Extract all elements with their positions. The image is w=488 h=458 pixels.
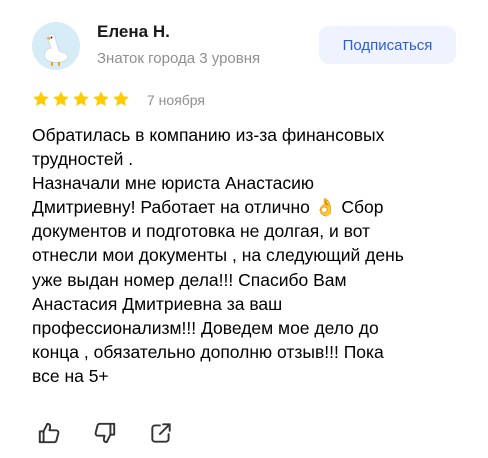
star-icon [113, 91, 129, 107]
review-text-line: профессионализм!!! Доведем мое дело до [32, 317, 379, 338]
review-text-line: все на 5+ [32, 365, 109, 386]
review-text-line: Назначали мне юриста Анастасию [32, 173, 315, 194]
star-icon [73, 91, 89, 107]
star-icon [33, 91, 49, 107]
review-text-line: отнесли мои документы , на следующий ден… [32, 245, 404, 266]
review-text-line: Обратилась в компанию из-за финансовых [32, 125, 385, 145]
dislike-icon[interactable] [92, 420, 118, 446]
like-icon[interactable] [36, 420, 62, 446]
review-text: Обратилась в компанию из-за финансовых т… [32, 123, 472, 388]
review-actions [36, 420, 174, 446]
review-date: 7 ноября [147, 92, 206, 108]
star-icon [93, 91, 109, 107]
rating-stars [32, 90, 130, 108]
share-icon[interactable] [148, 420, 174, 446]
review-text-line: документов и подготовка не долгая, и вот [32, 221, 371, 242]
author-name[interactable]: Елена Н. [97, 22, 170, 42]
review-text-line: Дмитриевну! Работает на отлично 👌 Сбор [32, 197, 384, 218]
star-icon [53, 91, 69, 107]
subscribe-button[interactable]: Подписаться [319, 26, 456, 64]
review-text-line: трудностей . [32, 149, 134, 170]
review-card: Елена Н. Знаток города 3 уровня Подписат… [0, 0, 488, 458]
review-text-line: Анастасия Дмитриевна за ваш [32, 293, 283, 314]
review-text-line: уже выдан номер дела!!! Спасибо Вам [32, 269, 347, 290]
author-avatar[interactable] [32, 22, 80, 70]
author-level: Знаток города 3 уровня [97, 50, 261, 67]
review-text-line: конца , обязательно дополню отзыв!!! Пок… [32, 341, 384, 362]
goose-avatar-icon [32, 22, 80, 70]
